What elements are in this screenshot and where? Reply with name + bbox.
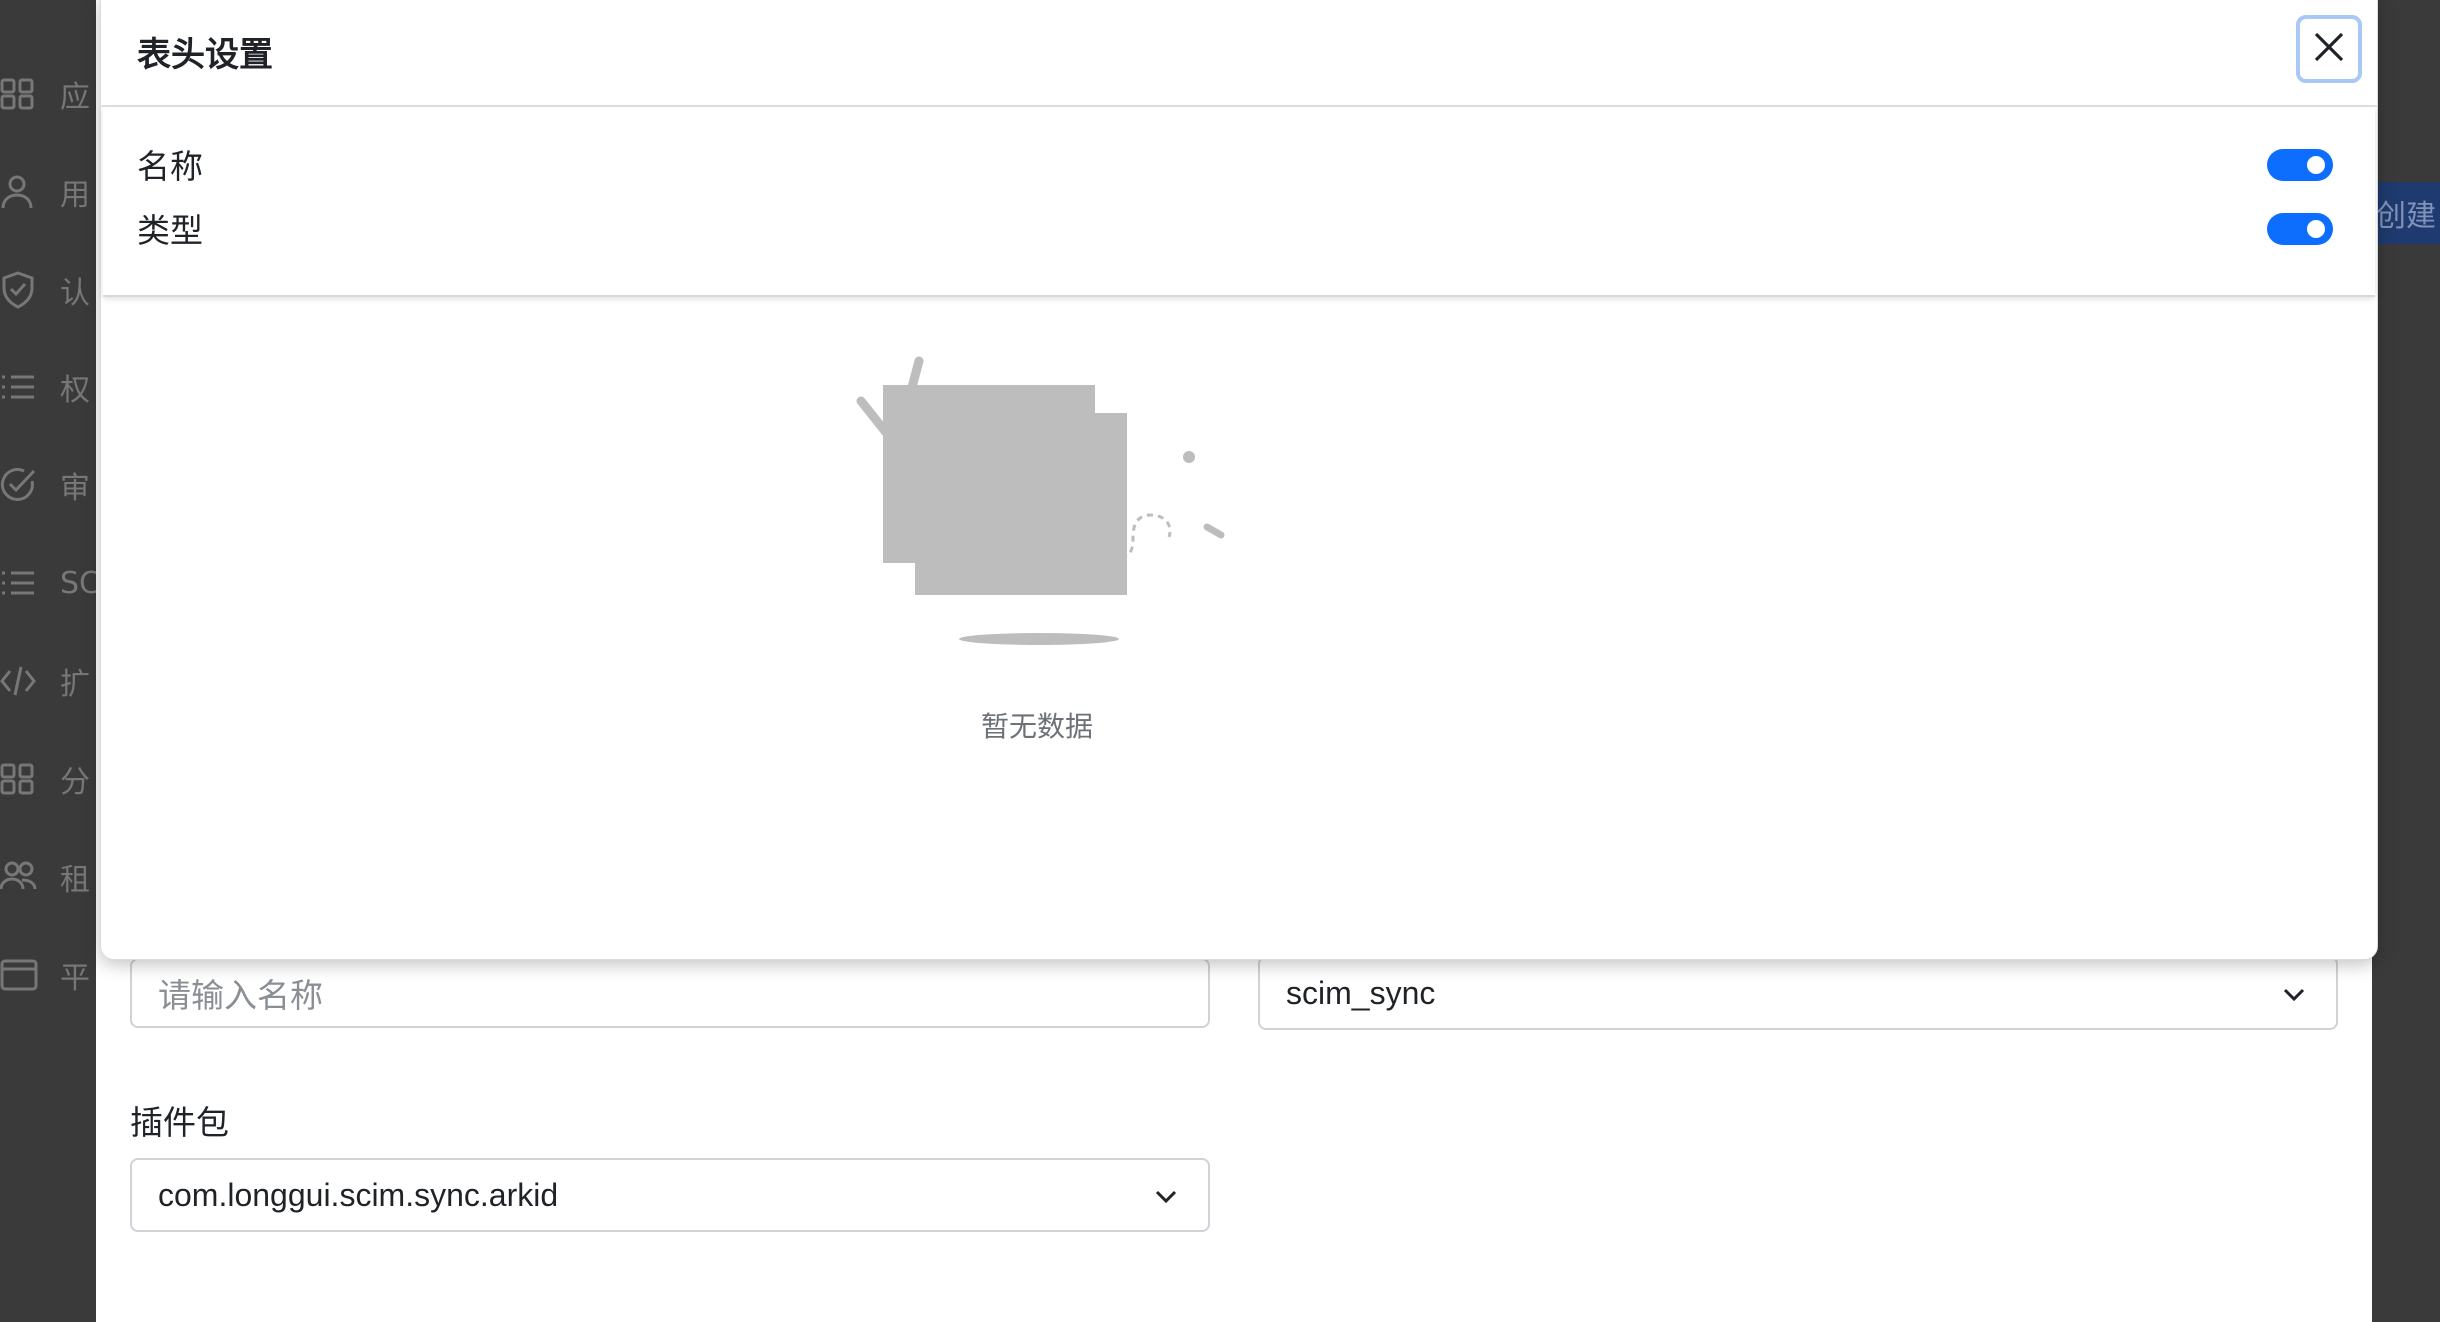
column-toggle-name[interactable] [2267,149,2333,181]
sidebar-item-audit[interactable]: 审 [0,455,90,515]
sidebar-item-label: 平 [60,961,90,996]
type-select[interactable]: scim_sync [1258,956,2338,1030]
sidebar-item-label: 用 [60,178,90,213]
sidebar-item-distribution[interactable]: 分 [0,749,90,809]
type-select-value: scim_sync [1286,974,1436,1011]
panel-title: 表头设置 [137,35,273,75]
check-circle-icon [0,465,40,505]
sidebar-item-label: 租 [60,863,90,898]
sidebar-item-label: 权 [60,373,90,408]
sidebar-item-label: SC [60,565,100,601]
sidebar-item-label: 认 [60,276,90,311]
sidebar-item-auth[interactable]: 认 [0,260,90,320]
sidebar-item-label: 应 [60,80,90,115]
sidebar-item-users[interactable]: 用 [0,162,90,222]
column-label: 类型 [137,211,203,250]
empty-state-text: 暂无数据 [981,710,1094,743]
name-input-placeholder: 请输入名称 [158,977,323,1014]
chevron-down-icon [1152,1181,1180,1209]
empty-state-illustration [856,356,1225,645]
header-settings-panel: 表头设置 名称 类型 暂无数据 [100,0,2378,960]
sidebar-item-extensions[interactable]: 扩 [0,651,90,711]
grid-icon [0,759,40,799]
close-icon [2312,30,2346,68]
name-input[interactable]: 请输入名称 [130,958,1210,1028]
code-icon [0,661,40,701]
column-toggle-type[interactable] [2267,213,2333,245]
sidebar-item-label: 审 [60,471,90,506]
close-button[interactable] [2296,15,2362,83]
sidebar-item-permissions[interactable]: 权 [0,357,90,417]
shield-icon [0,270,40,310]
grid-icon [0,74,40,114]
sidebar-item-platform[interactable]: 平 [0,945,90,1005]
sidebar-item-apps[interactable]: 应 [0,64,90,124]
plugin-select-value: com.longgui.scim.sync.arkid [158,1176,559,1213]
users-icon [0,857,40,897]
sidebar-item-label: 扩 [60,667,90,702]
column-row-type: 类型 [137,203,203,253]
sidebar-item-tenants[interactable]: 租 [0,847,90,907]
sidebar-item-label: 分 [60,765,90,800]
panel-header: 表头设置 [101,0,2377,107]
column-label: 名称 [137,147,203,186]
column-list: 名称 类型 [103,107,2375,297]
column-row-name: 名称 [137,139,203,189]
window-icon [0,955,40,995]
plugin-select[interactable]: com.longgui.scim.sync.arkid [130,1158,1210,1232]
sidebar-item-scim[interactable]: SC [0,553,100,613]
chevron-down-icon [2280,979,2308,1007]
user-icon [0,172,40,212]
list-icon [0,367,40,407]
plugin-label: 插件包 [130,1103,229,1142]
sidebar: 应 用 认 权 审 SC 扩 分 租 平 [0,0,100,1322]
list-icon [0,563,40,603]
create-button-label: 创建 [2376,199,2436,234]
